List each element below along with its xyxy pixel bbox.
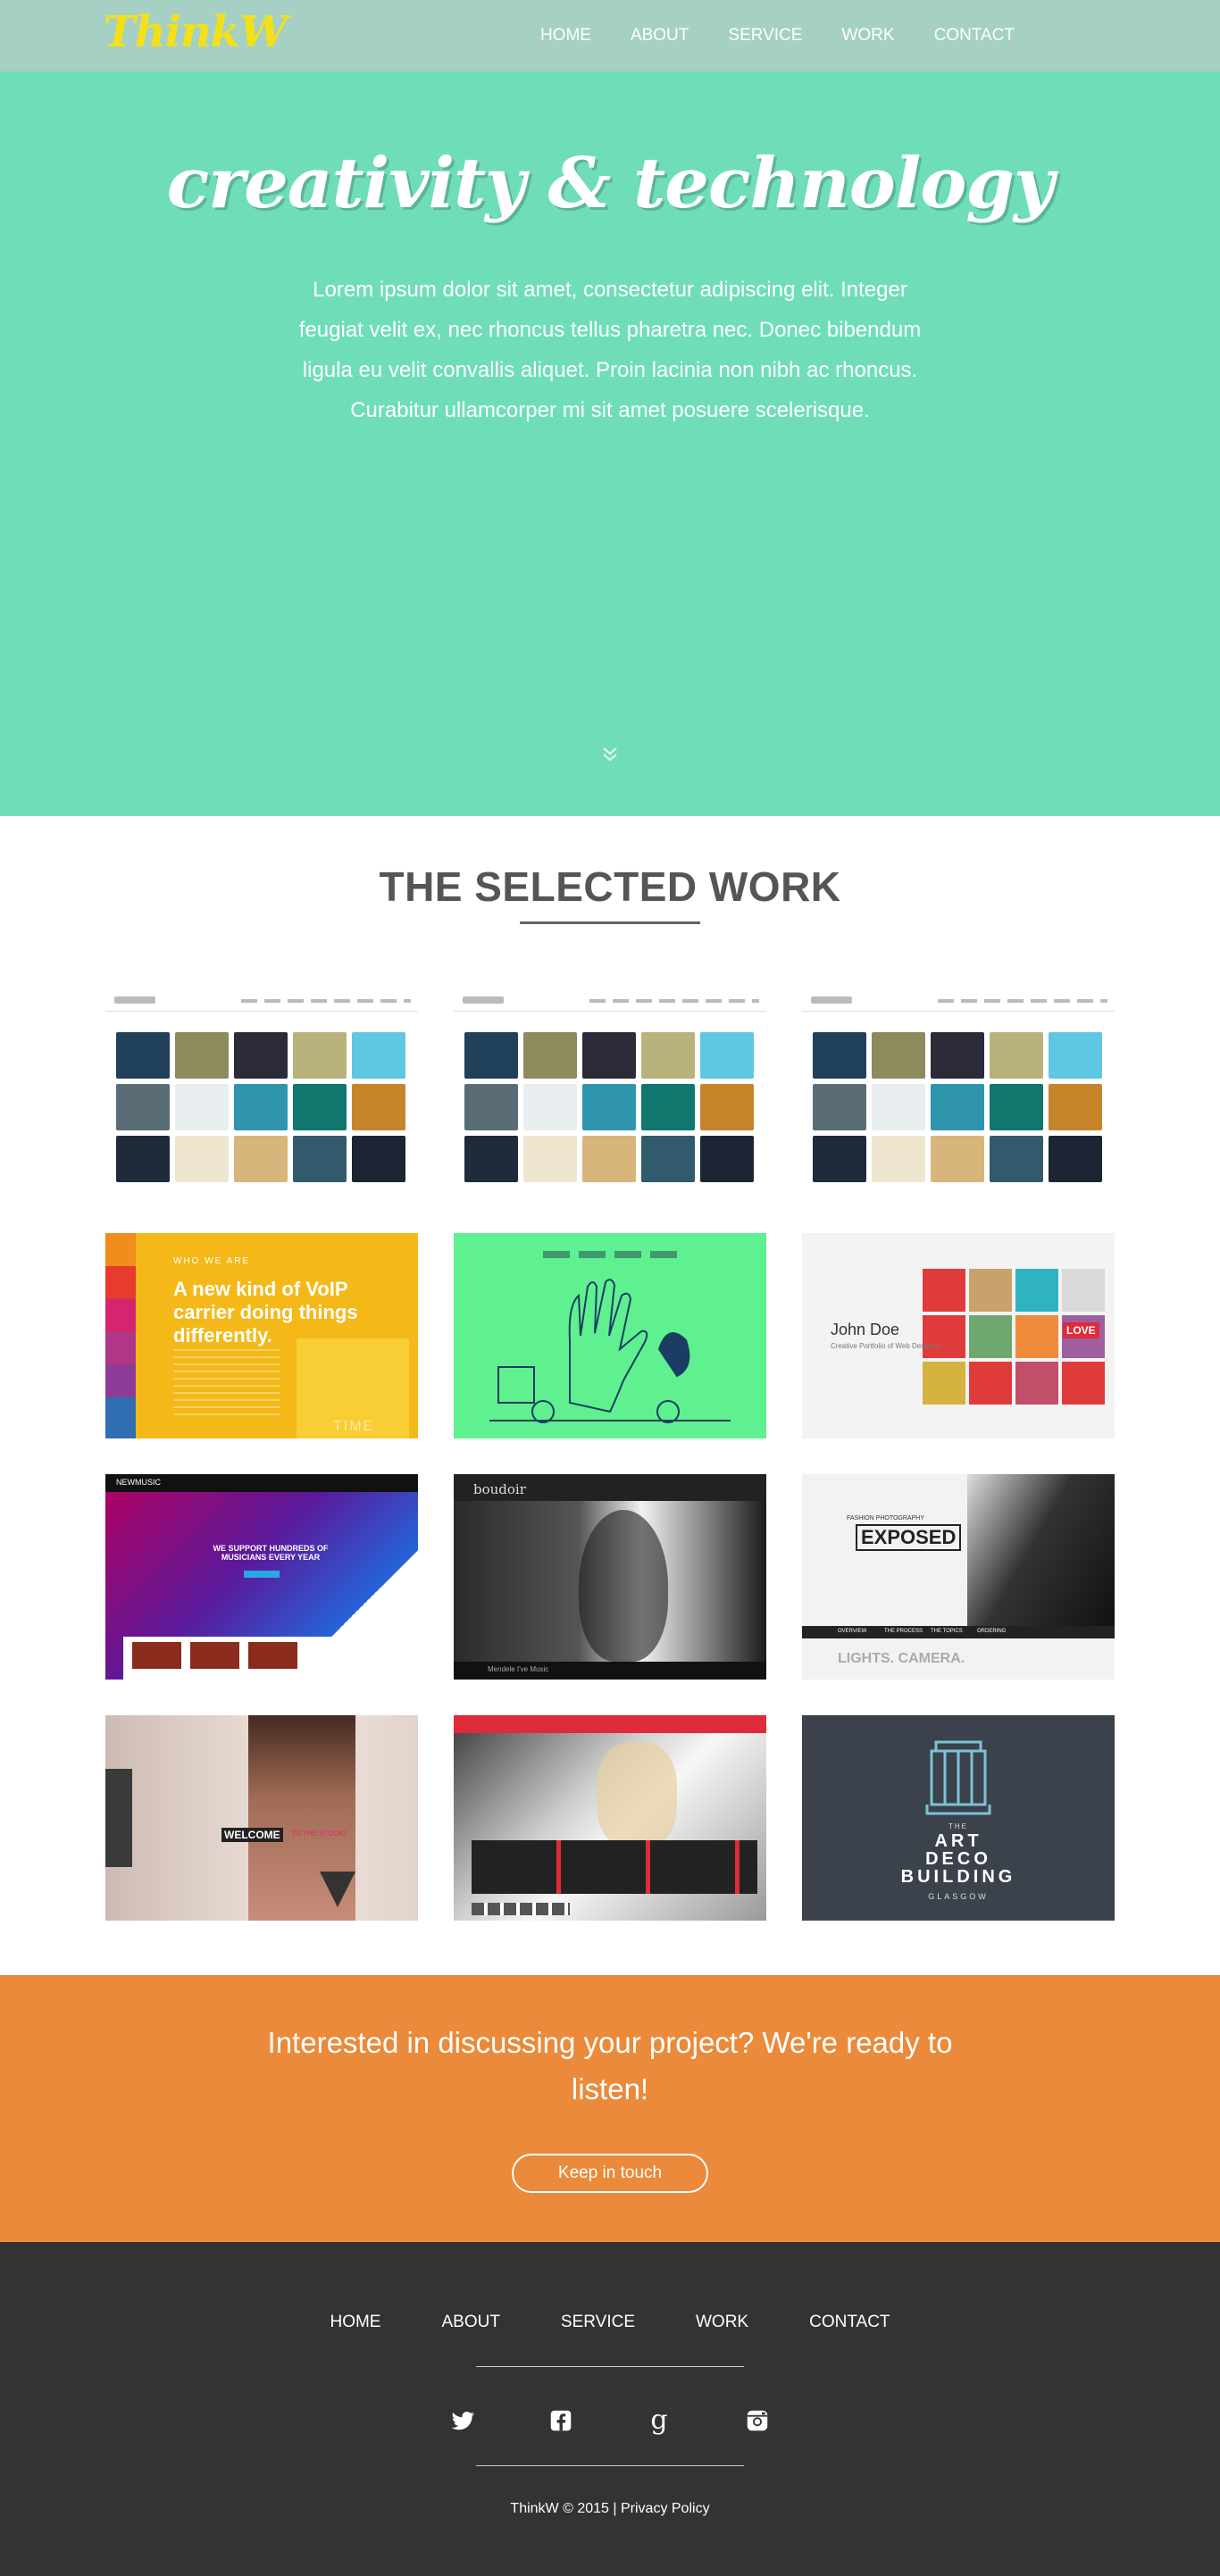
boudoir-project[interactable]: boudoir Mendele I've Music (454, 1474, 766, 1680)
footer-divider (476, 2465, 744, 2466)
footer-menu: HOME ABOUT SERVICE WORK CONTACT (0, 2313, 1220, 2332)
work-heading: THE SELECTED WORK (379, 863, 841, 910)
welcome-fashion-project[interactable]: WELCOME TO THE STUDIO (105, 1715, 418, 1921)
google-plus-icon[interactable]: g (646, 2407, 673, 2434)
fashion-gallery-project[interactable] (454, 1715, 766, 1921)
footer: HOME ABOUT SERVICE WORK CONTACT g ThinkW… (0, 2242, 1220, 2576)
hero-title: creativity & technology (166, 143, 1055, 224)
main-menu: HOME ABOUT SERVICE WORK CONTACT (501, 0, 1015, 71)
footer-nav-home[interactable]: HOME (330, 2313, 380, 2332)
gallery-grid-project[interactable] (802, 992, 1115, 1197)
heading-underline (520, 921, 700, 924)
exposed-photography-project[interactable]: FASHION PHOTOGRAPHY EXPOSED OVERVIEW THE PR… (802, 1474, 1115, 1680)
facebook-icon[interactable] (547, 2407, 574, 2434)
art-deco-building-project[interactable]: THE ART DECO BUILDING GLASGOW (802, 1715, 1115, 1921)
hand-illustration-project[interactable] (454, 1233, 766, 1438)
work-section: THE SELECTED WORK WHO WE ARE A new kind o… (0, 816, 1220, 1975)
footer-nav-service[interactable]: SERVICE (561, 2313, 635, 2332)
footer-nav-contact[interactable]: CONTACT (809, 2313, 890, 2332)
john-doe-portfolio-project[interactable]: John Doe Creative Portfolio of Web Design… (802, 1233, 1115, 1438)
cta-section: Interested in discussing your project? W… (0, 1975, 1220, 2242)
double-chevron-down-icon[interactable] (598, 743, 622, 766)
nav-item-about[interactable]: ABOUT (631, 26, 689, 46)
copyright: ThinkW © 2015 | Privacy Policy (0, 2501, 1220, 2517)
nav-item-service[interactable]: SERVICE (728, 26, 802, 46)
cta-text: Interested in discussing your project? W… (267, 2026, 953, 2105)
keep-in-touch-button[interactable]: Keep in touch (512, 2154, 708, 2193)
voip-carrier-project[interactable]: WHO WE ARE A new kind of VoIP carrier doi… (105, 1233, 418, 1438)
social-links: g (0, 2407, 1220, 2434)
nav-item-home[interactable]: HOME (540, 26, 591, 46)
instagram-icon[interactable] (744, 2407, 771, 2434)
hero-text: Lorem ipsum dolor sit amet, consectetur … (298, 278, 922, 422)
privacy-policy-link[interactable]: Privacy Policy (621, 2501, 710, 2516)
footer-nav-about[interactable]: ABOUT (441, 2313, 499, 2332)
copyright-text: ThinkW © 2015 | (510, 2501, 617, 2516)
footer-divider (476, 2366, 744, 2367)
hero-section: creativity & technology Lorem ipsum dolo… (0, 0, 1220, 852)
footer-nav-work[interactable]: WORK (696, 2313, 748, 2332)
nav-item-work[interactable]: WORK (841, 26, 894, 46)
nav-item-contact[interactable]: CONTACT (934, 26, 1015, 46)
gallery-grid-project[interactable] (454, 992, 766, 1197)
work-grid: WHO WE ARE A new kind of VoIP carrier doi… (105, 992, 1115, 1921)
top-navbar: ThinkW HOME ABOUT SERVICE WORK CONTACT (0, 0, 1220, 71)
twitter-icon[interactable] (449, 2407, 476, 2434)
gallery-grid-project[interactable] (105, 992, 418, 1197)
newmusic-project[interactable]: NEWMUSIC WE SUPPORT HUNDREDS OF MUSICIANS… (105, 1474, 418, 1680)
site-logo[interactable]: ThinkW (104, 7, 288, 57)
